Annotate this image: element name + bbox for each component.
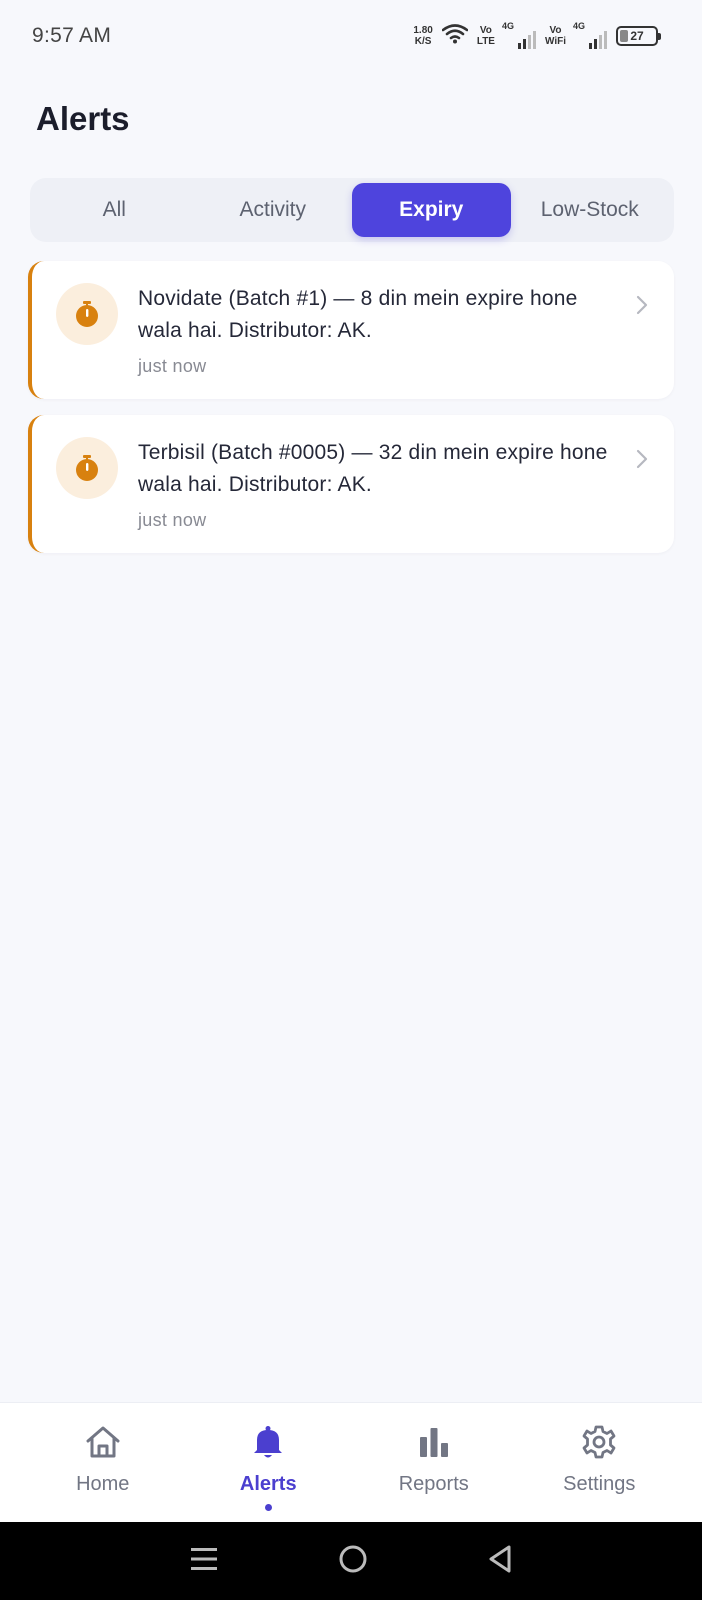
stopwatch-icon xyxy=(56,283,118,345)
status-bar: 9:57 AM 1.80 K/S Vo LTE 4G Vo WiFi 4G 27 xyxy=(0,0,702,72)
signal-sim1-icon: 4G xyxy=(501,21,536,49)
gear-icon xyxy=(581,1425,617,1473)
vowifi-indicator: Vo WiFi xyxy=(545,25,566,47)
sim1-network-label: 4G xyxy=(501,21,514,31)
system-nav-bar xyxy=(0,1522,702,1600)
volte-top: Vo xyxy=(479,25,492,36)
back-icon[interactable] xyxy=(487,1544,513,1579)
chevron-right-icon xyxy=(636,295,648,320)
wifi-icon xyxy=(441,23,469,49)
bottom-nav: Home Alerts Reports Settings xyxy=(0,1402,702,1522)
nav-reports-label: Reports xyxy=(398,1473,469,1495)
page-title: Alerts xyxy=(36,100,130,137)
alert-message: Terbisil (Batch #0005) — 32 din mein exp… xyxy=(138,441,608,496)
alert-filter-tabs: All Activity Expiry Low-Stock xyxy=(30,178,674,242)
chevron-right-icon xyxy=(636,449,648,474)
tab-activity[interactable]: Activity xyxy=(194,183,353,237)
alert-list: Novidate (Batch #1) — 8 din mein expire … xyxy=(28,261,674,569)
nav-home-label: Home xyxy=(76,1473,130,1495)
volte-bottom: LTE xyxy=(476,36,495,47)
tab-low-stock[interactable]: Low-Stock xyxy=(511,183,670,237)
bar-chart-icon xyxy=(418,1425,450,1473)
battery-icon: 27 xyxy=(616,26,661,46)
nav-home[interactable]: Home xyxy=(28,1425,178,1496)
active-indicator-dot xyxy=(264,1504,272,1511)
stopwatch-icon xyxy=(56,437,118,499)
battery-level: 27 xyxy=(630,29,644,43)
alert-time: just now xyxy=(138,510,207,530)
status-icons: 1.80 K/S Vo LTE 4G Vo WiFi 4G 27 xyxy=(413,21,661,49)
sim2-network-label: 4G xyxy=(573,21,586,31)
alert-card[interactable]: Terbisil (Batch #0005) — 32 din mein exp… xyxy=(28,415,674,553)
home-circle-icon[interactable] xyxy=(338,1544,368,1579)
vowifi-bottom: WiFi xyxy=(544,36,566,47)
alert-message: Novidate (Batch #1) — 8 din mein expire … xyxy=(138,287,578,342)
volte-indicator: Vo LTE xyxy=(477,25,495,47)
signal-sim2-icon: 4G xyxy=(573,21,607,49)
bell-icon xyxy=(252,1425,284,1473)
nav-settings[interactable]: Settings xyxy=(524,1425,674,1496)
recent-apps-icon[interactable] xyxy=(189,1546,219,1577)
status-time: 9:57 AM xyxy=(32,24,112,47)
alert-card[interactable]: Novidate (Batch #1) — 8 din mein expire … xyxy=(28,261,674,399)
nav-reports[interactable]: Reports xyxy=(359,1425,509,1496)
nav-settings-label: Settings xyxy=(563,1473,636,1495)
nav-alerts-label: Alerts xyxy=(239,1473,297,1495)
tab-all[interactable]: All xyxy=(35,183,194,237)
tab-expiry[interactable]: Expiry xyxy=(352,183,511,237)
nav-alerts[interactable]: Alerts xyxy=(193,1425,343,1511)
home-icon xyxy=(85,1425,121,1473)
network-speed-unit: K/S xyxy=(414,36,432,47)
network-speed-value: 1.80 xyxy=(413,25,433,36)
alert-time: just now xyxy=(138,356,207,376)
network-speed: 1.80 K/S xyxy=(413,25,432,47)
vowifi-top: Vo xyxy=(549,25,562,36)
